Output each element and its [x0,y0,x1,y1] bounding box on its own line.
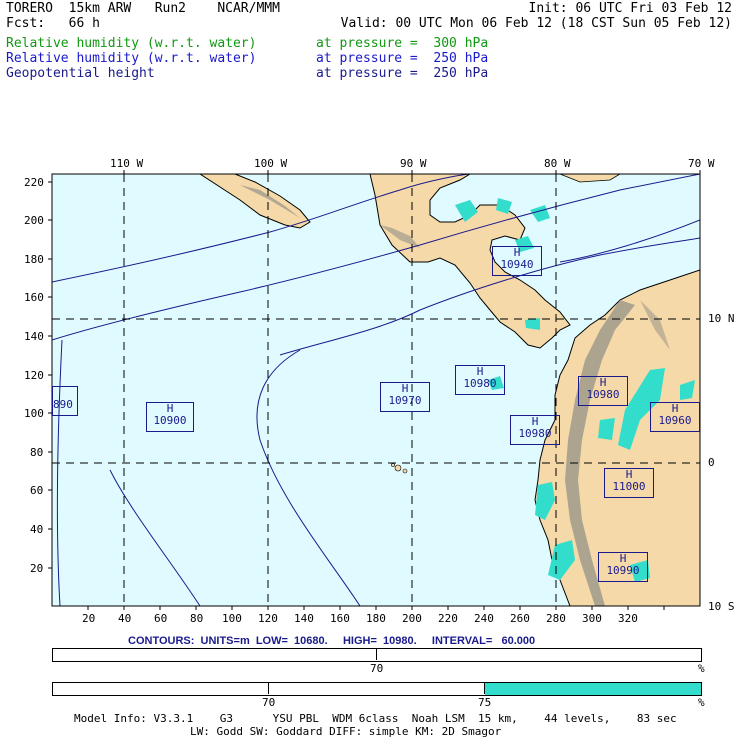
x-tick-label: 240 [474,612,494,625]
x-tick-label: 280 [546,612,566,625]
colorbar-rh-250 [52,682,702,696]
high-pressure-label: H 10900 [146,402,194,432]
high-pressure-label: H 10960 [650,402,700,432]
lon-label: 100 W [254,157,288,170]
x-tick-label: 20 [82,612,96,625]
colorbar-rh-300 [52,648,702,662]
colorbar-fill [485,683,701,695]
x-tick-label: 80 [190,612,204,625]
x-tick-label: 180 [366,612,386,625]
x-tick-label: 220 [438,612,458,625]
high-pressure-label: H 10980 [578,376,628,406]
lat-label: 0 [708,456,715,469]
high-pressure-label: H 10980 [455,365,505,395]
colorbar-unit: % [698,696,705,709]
high-pressure-label: H 10990 [598,552,648,582]
high-pressure-label: H890 [52,386,78,416]
contours-info: CONTOURS: UNITS=m LOW= 10680. HIGH= 1098… [128,635,536,647]
x-tick-label: 300 [582,612,602,625]
high-pressure-label: H 10980 [510,415,560,445]
x-tick-label: 200 [402,612,422,625]
y-tick-label: 200 [24,214,44,227]
y-tick-label: 220 [24,176,44,189]
y-tick-label: 40 [30,523,44,536]
y-tick-label: 80 [30,446,44,459]
y-tick-label: 120 [24,369,44,382]
y-tick-label: 180 [24,253,44,266]
model-physics: LW: Godd SW: Goddard DIFF: simple KM: 2D… [190,725,502,738]
y-tick-label: 100 [24,407,44,420]
lat-label: 10 N [708,312,735,325]
high-pressure-label: H 11000 [604,468,654,498]
colorbar-tick-label: 70 [262,696,276,709]
lon-label: 80 W [544,157,571,170]
lon-label: 90 W [400,157,427,170]
high-pressure-label: H 10970 [380,382,430,412]
y-tick-label: 140 [24,330,44,343]
galapagos-islands [394,464,402,472]
lon-label: 70 W [688,157,715,170]
x-tick-label: 140 [294,612,314,625]
colorbar-unit: % [698,662,705,675]
x-tick-label: 320 [618,612,638,625]
x-tick-label: 260 [510,612,530,625]
colorbar-tick-label: 75 [478,696,492,709]
model-info: Model Info: V3.3.1 G3 YSU PBL WDM 6class… [74,712,677,725]
lon-label: 110 W [110,157,144,170]
y-tick-label: 20 [30,562,44,575]
x-tick-label: 100 [222,612,242,625]
lat-label: 10 S [708,600,735,613]
y-tick-label: 60 [30,484,44,497]
x-tick-label: 160 [330,612,350,625]
x-tick-label: 120 [258,612,278,625]
colorbar-tick-label: 70 [370,662,384,675]
x-tick-label: 60 [154,612,168,625]
y-tick-label: 160 [24,291,44,304]
high-pressure-label: H 10940 [492,246,542,276]
weather-map [48,170,701,610]
x-tick-label: 40 [118,612,132,625]
